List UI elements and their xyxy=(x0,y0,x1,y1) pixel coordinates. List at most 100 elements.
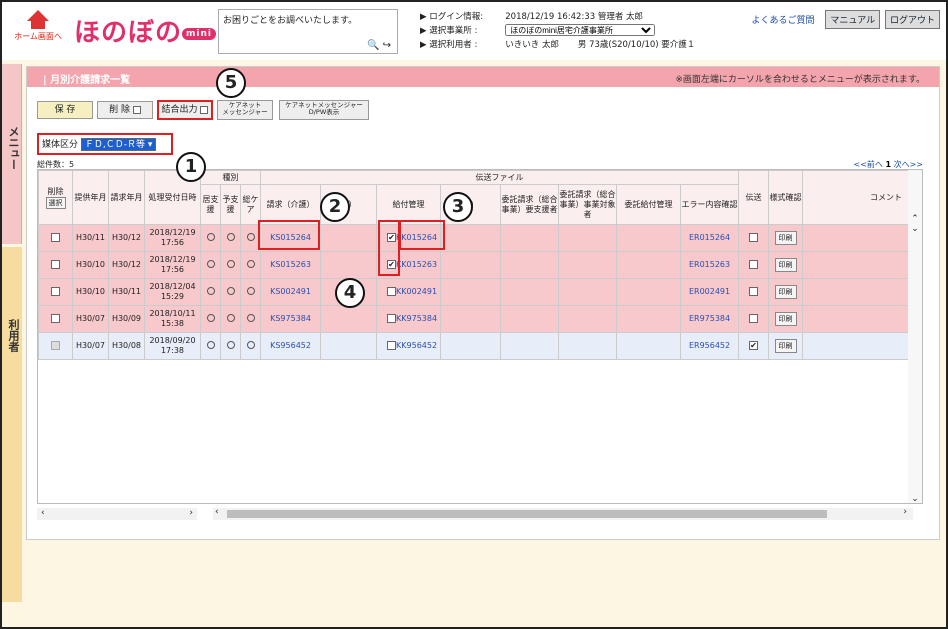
delete-button[interactable]: 削 除 xyxy=(97,101,153,119)
select-all-button[interactable]: 選択 xyxy=(45,196,66,209)
error-link[interactable]: ER002491 xyxy=(689,287,730,296)
kk-file-link[interactable]: KK002491 xyxy=(396,287,437,296)
col-densou-file: 伝送ファイル xyxy=(260,170,740,185)
kyufu-checkbox[interactable] xyxy=(387,341,397,350)
radio-so[interactable] xyxy=(246,313,255,322)
kyufu-checkbox[interactable] xyxy=(387,287,397,296)
media-type-select[interactable]: ＦＤ,ＣＤ-Ｒ等 ▾ xyxy=(80,138,157,151)
cell-teikyo: H30/10 xyxy=(72,251,109,279)
error-link[interactable]: ER015264 xyxy=(689,233,730,242)
col-youshiki: 様式確認 xyxy=(768,170,804,225)
search-input[interactable]: お困りごとをお調べいたします。 xyxy=(223,16,357,26)
cell-seikyu: H30/08 xyxy=(108,332,145,360)
col-teikyo: 提供年月 xyxy=(72,170,109,225)
caremsg-dpw-button[interactable]: ケアネットメッセンジャー D/PW表示 xyxy=(279,100,369,120)
col-seikyu: 請求年月 xyxy=(108,170,145,225)
densou-checkbox[interactable] xyxy=(749,233,759,242)
radio-so[interactable] xyxy=(246,340,255,349)
combine-output-button[interactable]: 結合出力 xyxy=(157,100,213,120)
office-select[interactable]: ほのぼのmini居宅介護事業所 xyxy=(505,24,656,36)
scroll-end-icon: ⌄ xyxy=(911,494,919,504)
cell-shori: 2018/09/20 17:38 xyxy=(144,332,201,360)
kk-file-link[interactable]: KK956452 xyxy=(396,341,437,350)
delete-checkbox[interactable] xyxy=(51,314,60,323)
search-box[interactable]: お困りごとをお調べいたします。 🔍 ↪ xyxy=(218,9,398,54)
print-button[interactable]: 印刷 xyxy=(774,258,797,272)
kk-file-link[interactable]: KK975384 xyxy=(396,314,437,323)
print-button[interactable]: 印刷 xyxy=(774,339,797,353)
radio-kyo[interactable] xyxy=(206,232,215,241)
next-link[interactable]: 次へ>> xyxy=(894,160,923,169)
ks-file-link[interactable]: KS975384 xyxy=(270,314,311,323)
home-button[interactable]: ホーム画面へ xyxy=(14,10,62,52)
col-comment: コメント xyxy=(802,170,912,225)
logout-button[interactable]: ログアウト xyxy=(884,10,940,29)
kyufu-checkbox[interactable] xyxy=(387,314,397,323)
radio-yo[interactable] xyxy=(226,340,235,349)
ks-file-link[interactable]: KS956452 xyxy=(270,341,311,350)
manual-button[interactable]: マニュアル xyxy=(825,10,881,29)
error-link[interactable]: ER015263 xyxy=(689,260,730,269)
cell-shori: 2018/12/04 15:29 xyxy=(144,278,201,306)
search-icon[interactable]: 🔍 xyxy=(367,40,379,51)
faq-link[interactable]: よくあるご質問 xyxy=(751,16,814,26)
side-user-tab[interactable]: 利用者 xyxy=(2,247,22,602)
chevron-down-icon: ▾ xyxy=(147,140,153,150)
radio-yo[interactable] xyxy=(226,259,235,268)
kk-file-link[interactable]: KK015263 xyxy=(396,260,437,269)
page-title: | 月別介護請求一覧 xyxy=(43,75,131,86)
radio-yo[interactable] xyxy=(226,286,235,295)
highlight-kk xyxy=(399,220,445,250)
badge-2: 2 xyxy=(320,192,350,222)
radio-kyo[interactable] xyxy=(206,313,215,322)
table-row: H30/07 H30/09 2018/10/11 15:38 KS975384 K… xyxy=(38,305,912,333)
redo-icon[interactable]: ↪ xyxy=(383,40,391,51)
side-menu-tab[interactable]: メニュー xyxy=(2,64,22,244)
delete-checkbox[interactable] xyxy=(51,233,60,242)
ks-file-link[interactable]: KS002491 xyxy=(270,287,311,296)
radio-kyo[interactable] xyxy=(206,259,215,268)
badge-3: 3 xyxy=(443,192,473,222)
col-so: 総ケア xyxy=(239,184,262,225)
main-panel: | 月別介護請求一覧 ※画面左端にカーソルを合わせるとメニューが表示されます。 … xyxy=(26,66,940,540)
cell-shori: 2018/10/11 15:38 xyxy=(144,305,201,333)
delete-checkbox[interactable] xyxy=(51,287,60,296)
header: ホーム画面へ ほのぼの mini お困りごとをお調べいたします。 🔍 ↪ ▶ ログ… xyxy=(2,2,946,60)
col-seikyu-kaigo: 請求（介護） xyxy=(260,184,322,225)
ks-file-link[interactable]: KS015263 xyxy=(270,260,311,269)
horizontal-scrollbar-left[interactable]: ‹ › xyxy=(37,508,197,520)
radio-kyo[interactable] xyxy=(206,340,215,349)
horizontal-scrollbar-right[interactable]: ‹ › xyxy=(213,507,913,520)
radio-so[interactable] xyxy=(246,286,255,295)
error-link[interactable]: ER975384 xyxy=(689,314,730,323)
col-yo: 予支援 xyxy=(220,184,241,225)
badge-1: 1 xyxy=(176,152,206,182)
error-link[interactable]: ER956452 xyxy=(689,341,730,350)
radio-so[interactable] xyxy=(246,259,255,268)
print-button[interactable]: 印刷 xyxy=(774,285,797,299)
col-kyufu: 給付管理 xyxy=(376,184,442,225)
densou-checkbox[interactable]: ✔ xyxy=(749,341,759,350)
radio-yo[interactable] xyxy=(226,232,235,241)
menu-hint: ※画面左端にカーソルを合わせるとメニューが表示されます。 xyxy=(675,75,925,85)
cell-seikyu: H30/09 xyxy=(108,305,145,333)
print-button[interactable]: 印刷 xyxy=(774,231,797,245)
app-logo: ほのぼの mini xyxy=(74,12,216,49)
print-button[interactable]: 印刷 xyxy=(774,312,797,326)
vertical-scrollbar[interactable]: ⌃ ⌄ ⌄ xyxy=(908,170,922,503)
radio-yo[interactable] xyxy=(226,313,235,322)
densou-checkbox[interactable] xyxy=(749,287,759,296)
prev-link[interactable]: <<前へ xyxy=(854,160,883,169)
radio-kyo[interactable] xyxy=(206,286,215,295)
save-button[interactable]: 保 存 xyxy=(37,101,93,119)
densou-checkbox[interactable] xyxy=(749,314,759,323)
cell-teikyo: H30/10 xyxy=(72,278,109,306)
table-row: H30/07 H30/08 2018/09/20 17:38 KS956452 K… xyxy=(38,332,912,360)
caremsg-button[interactable]: ケアネット メッセンジャー xyxy=(217,100,273,120)
media-type-field: 媒体区分 ＦＤ,ＣＤ-Ｒ等 ▾ xyxy=(37,133,173,155)
col-shubetsu: 種別 xyxy=(199,170,262,185)
densou-checkbox[interactable] xyxy=(749,260,759,269)
col-delete: 削除 選択 xyxy=(38,170,73,225)
radio-so[interactable] xyxy=(246,232,255,241)
delete-checkbox[interactable] xyxy=(51,260,60,269)
